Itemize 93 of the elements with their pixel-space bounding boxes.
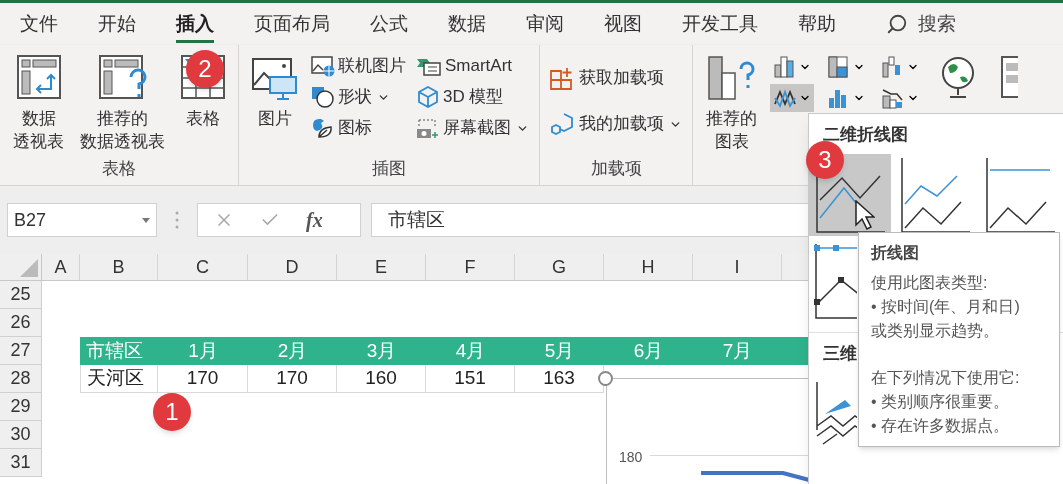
ribbon-large-button[interactable]: 图片	[249, 45, 301, 130]
table-cell: 天河区	[80, 365, 158, 393]
ribbon-tab[interactable]: 视图	[584, 3, 662, 45]
line-chart-icon	[899, 155, 971, 234]
ribbon-tab[interactable]: 帮助	[778, 3, 856, 45]
pivot-table-question-icon	[98, 55, 147, 99]
table-cell: 170	[248, 365, 337, 393]
pointer-icon	[855, 200, 875, 230]
group-label: 加载项	[590, 158, 642, 180]
ribbon-large-button[interactable]: 推荐的 图表	[703, 45, 760, 153]
cube-icon	[416, 86, 440, 108]
ribbon-small-button[interactable]: 图标	[311, 115, 406, 141]
globe-picture-icon	[311, 55, 335, 77]
section-heading: 三维	[822, 342, 857, 365]
group-label: 插图	[372, 158, 406, 180]
column-header[interactable]: C	[158, 254, 248, 280]
table-cell-text: 1月	[187, 338, 219, 363]
combo-chart-icon	[881, 86, 905, 110]
row-header[interactable]: 25	[0, 281, 42, 309]
pivot-table-icon	[16, 55, 61, 99]
ribbon-small-button[interactable]: 获取加载项	[550, 65, 682, 91]
table-cell-text: 7月	[721, 338, 754, 363]
column-header[interactable]: E	[337, 254, 426, 280]
column-header[interactable]: H	[604, 254, 693, 280]
screenshot-camera-icon	[416, 117, 440, 139]
row-header[interactable]: 28	[0, 365, 42, 393]
bar-chart-question-icon	[706, 55, 757, 101]
ribbon-tab[interactable]: 插入	[156, 3, 234, 45]
ribbon-large-button[interactable]: 推荐的 数据透视表	[77, 45, 168, 153]
ribbon-small-button[interactable]: 我的加载项	[550, 111, 682, 137]
treemap-icon	[827, 55, 851, 79]
shapes-icon	[311, 86, 335, 108]
ribbon-tab[interactable]: 文件	[0, 3, 78, 45]
column-chart-icon	[773, 55, 797, 79]
tooltip-text: • 存在许多数据点。	[871, 416, 1011, 436]
ribbon-tab[interactable]: 审阅	[506, 3, 584, 45]
row-header[interactable]: 27	[0, 337, 42, 365]
tooltip-text: • 类别顺序很重要。	[871, 392, 1011, 412]
table-cell-text: 4月	[454, 338, 487, 363]
step-badge: 1	[153, 393, 191, 431]
drag-handle-icon	[175, 211, 179, 229]
row-header[interactable]: 29	[0, 393, 42, 421]
table-cell-text: 3月	[365, 338, 398, 363]
row-header[interactable]: 31	[0, 449, 42, 477]
column-header[interactable]: A	[42, 254, 80, 280]
ribbon-small-button[interactable]: 3D 模型	[416, 84, 529, 110]
row-header[interactable]: 26	[0, 309, 42, 337]
name-box[interactable]: B27	[7, 203, 157, 237]
table-cell: 151	[426, 365, 515, 393]
tooltip-text: 或类别显示趋势。	[871, 321, 1000, 341]
ribbon-tab[interactable]: 开始	[78, 3, 156, 45]
ribbon-small-button[interactable]: 联机图片	[311, 53, 406, 79]
table-cell-text: 6月	[632, 338, 665, 363]
column-header[interactable]: F	[426, 254, 515, 280]
select-all-corner-icon	[20, 259, 38, 277]
insert-function-button[interactable]: fx	[306, 205, 323, 235]
ribbon-tab[interactable]: 公式	[350, 3, 428, 45]
tooltip-text: 在下列情况下使用它:	[871, 368, 1021, 388]
hexagon-icon	[550, 112, 576, 136]
table-cell-text: 市辖区	[85, 338, 144, 363]
row-header[interactable]: 30	[0, 421, 42, 449]
bird-leaf-icon	[311, 117, 335, 139]
ribbon-tab[interactable]: 开发工具	[662, 3, 778, 45]
table-cell-text: 2月	[276, 338, 309, 363]
search-icon	[886, 13, 908, 35]
chart-type-button[interactable]	[770, 84, 814, 112]
panel-icon	[1000, 55, 1018, 101]
column-header[interactable]: I	[693, 254, 782, 280]
line-chart-icon	[984, 155, 1056, 234]
ribbon-tab[interactable]: 数据	[428, 3, 506, 45]
ribbon-small-button[interactable]: SmartArt	[416, 53, 529, 79]
table-cell: 160	[337, 365, 426, 393]
tooltip-title: 折线图	[871, 243, 920, 263]
tooltip-text: 使用此图表类型:	[871, 273, 989, 293]
ribbon-tab[interactable]: 页面布局	[234, 3, 350, 45]
ribbon-small-button[interactable]: 屏幕截图	[416, 115, 529, 141]
axis-tick-label: 180	[619, 448, 643, 467]
picture-monitor-icon	[252, 55, 298, 101]
ribbon-small-button[interactable]: 形状	[311, 84, 406, 110]
table-cell-text: 5月	[543, 338, 576, 363]
tab-underline	[176, 40, 214, 43]
column-header[interactable]: G	[515, 254, 604, 280]
ribbon-large-button[interactable]: 数据 透视表	[10, 45, 67, 153]
column-header[interactable]: D	[248, 254, 337, 280]
group-label: 表格	[102, 158, 136, 180]
dropdown-arrow-icon	[142, 217, 150, 223]
table-cell: 170	[158, 365, 248, 393]
three-d-line-chart-icon	[813, 380, 857, 446]
tooltip-text: • 按时间(年、月和日)	[871, 297, 1021, 317]
selection-handle	[598, 371, 613, 386]
column-header[interactable]: B	[80, 254, 158, 280]
line-markers-chart-icon	[813, 241, 857, 320]
search-field[interactable]: 搜索	[886, 9, 956, 39]
